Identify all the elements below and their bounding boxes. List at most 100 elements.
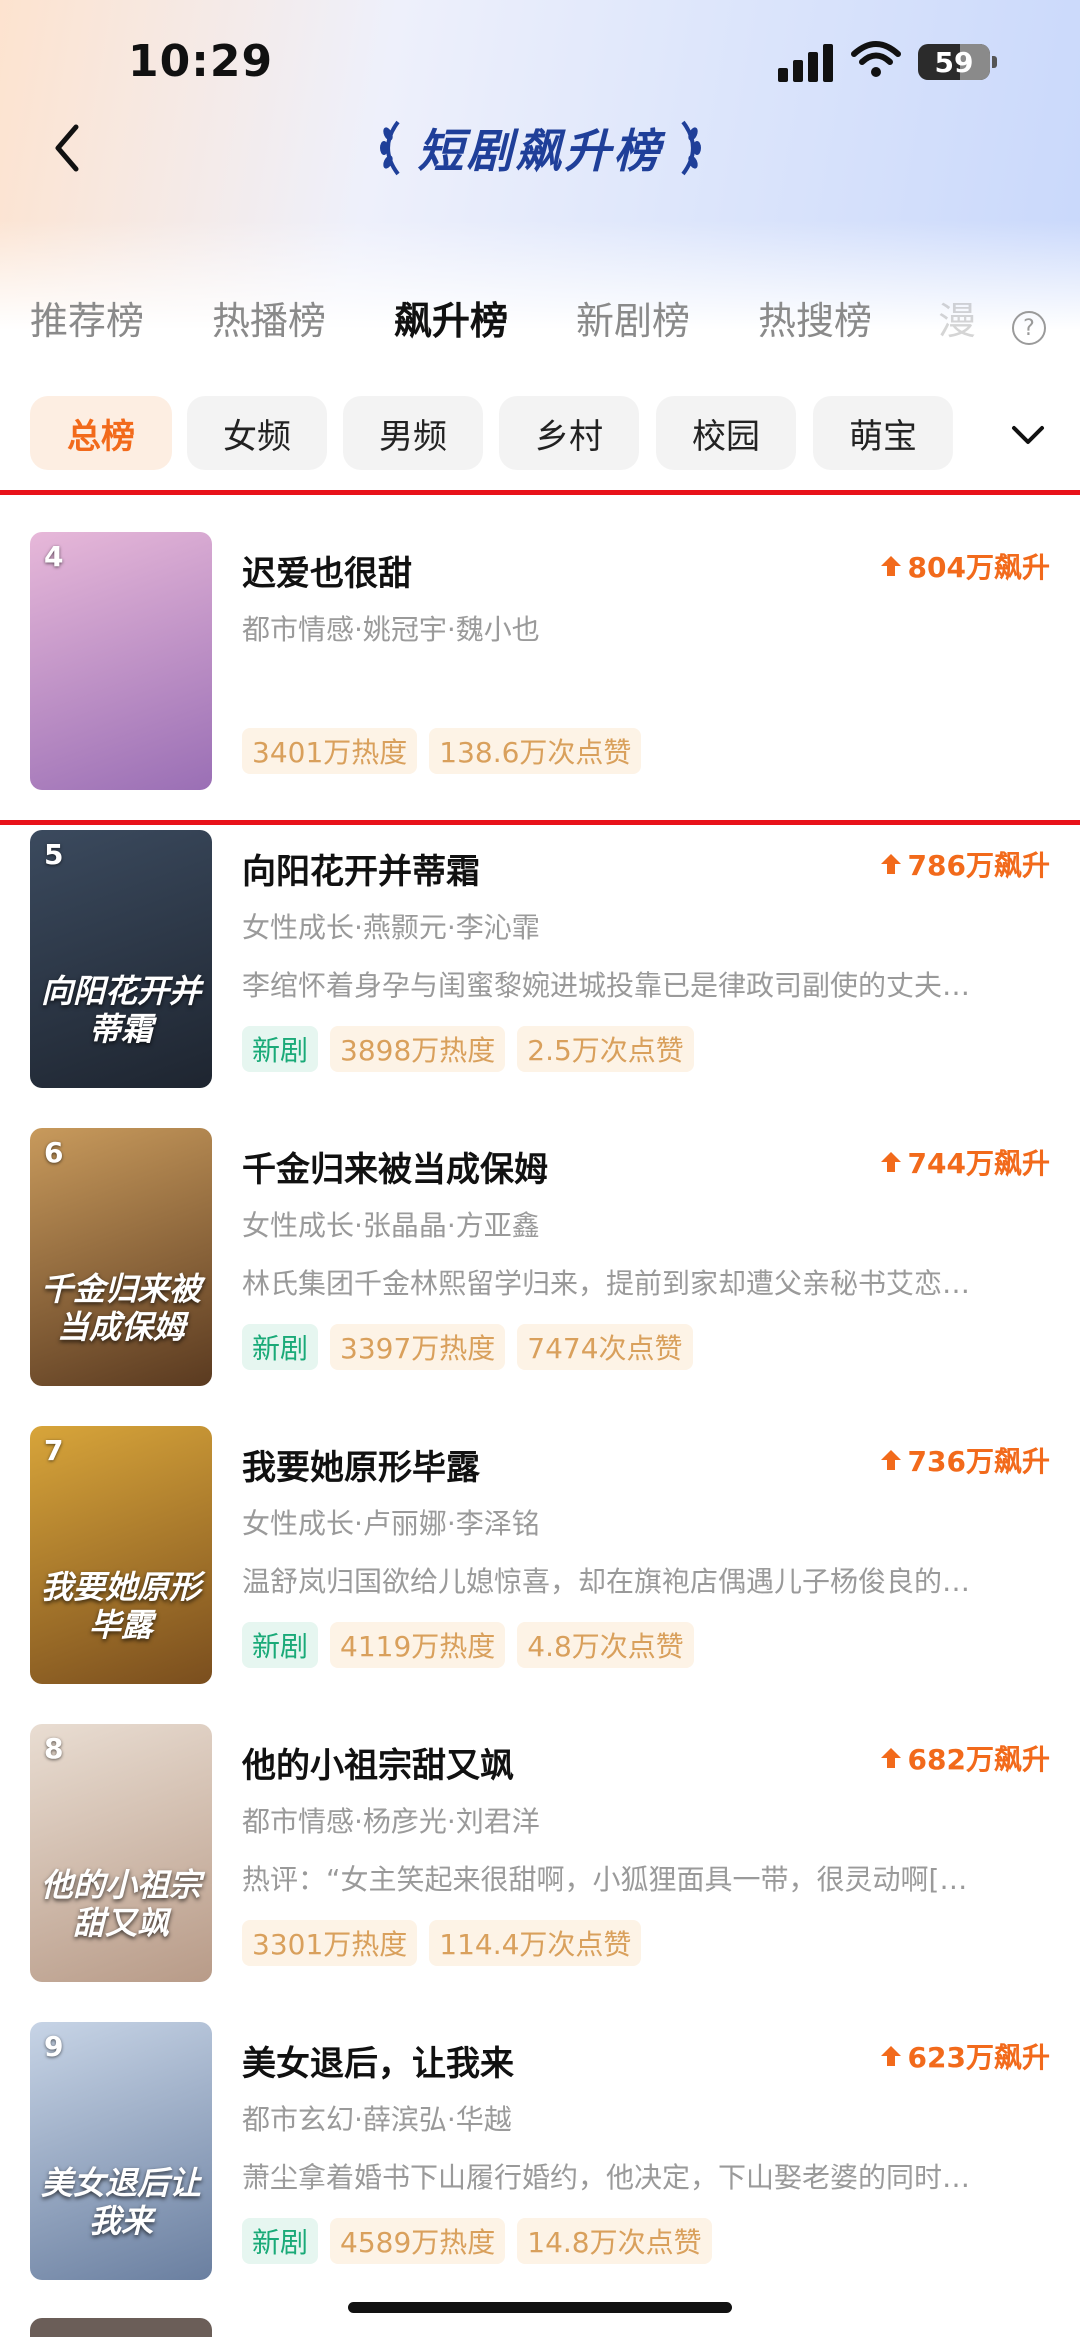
tab-hot-play[interactable]: 热播榜 [212,290,326,345]
new-badge: 新剧 [242,1324,319,1370]
likes-badge: 138.6万次点赞 [429,728,642,774]
filter-all[interactable]: 总榜 [30,396,172,470]
tag-row: 新剧 3898万热度 2.5万次点赞 [242,1026,694,1072]
next-item-poster[interactable] [30,2318,212,2337]
likes-badge: 7474次点赞 [517,1324,693,1370]
rise-indicator: 682万飙升 [880,1738,1050,1778]
arrow-up-icon [880,854,901,874]
arrow-up-icon [880,1450,901,1470]
tag-row: 新剧 4589万热度 14.8万次点赞 [242,2218,712,2264]
filter-female[interactable]: 女频 [187,396,327,470]
new-badge: 新剧 [242,1622,319,1668]
tag-row: 新剧 3397万热度 7474次点赞 [242,1324,693,1370]
filter-campus[interactable]: 校园 [656,396,796,470]
laurel-right-icon [680,120,701,176]
arrow-up-icon [880,1152,901,1172]
poster-title-art: 我要她原形毕露 [40,1568,201,1644]
tag-row: 3301万热度 114.4万次点赞 [242,1920,642,1966]
likes-badge: 14.8万次点赞 [517,2218,712,2264]
drama-title[interactable]: 他的小祖宗甜又飒 [242,1738,514,1787]
chevron-down-icon[interactable] [1006,418,1050,454]
rise-indicator: 736万飙升 [880,1440,1050,1480]
list-item[interactable]: 5 向阳花开并蒂霜 向阳花开并蒂霜 786万飙升 女性成长·燕颢元·李沁霏 李绾… [0,830,1080,1128]
likes-badge: 2.5万次点赞 [517,1026,694,1072]
rise-value: 623万飙升 [907,2041,1050,2074]
rank-number: 9 [44,2030,64,2063]
page-title-group: 短剧飙升榜 [360,112,720,184]
laurel-left-icon [379,120,400,176]
list-item[interactable]: 4 迟爱也很甜 804万飙升 都市情感·姚冠宇·魏小也 3401万热度 138.… [0,532,1080,830]
drama-title[interactable]: 千金归来被当成保姆 [242,1142,548,1191]
new-badge: 新剧 [242,1026,319,1072]
tab-recommend[interactable]: 推荐榜 [30,290,144,345]
tab-rising[interactable]: 飙升榜 [394,290,508,345]
filter-rural[interactable]: 乡村 [499,396,639,470]
wifi-icon [851,41,901,77]
arrow-up-icon [880,1748,901,1768]
tab-hot-search[interactable]: 热搜榜 [758,290,872,345]
arrow-up-icon [880,556,901,576]
heat-badge: 3401万热度 [242,728,418,774]
heat-badge: 3898万热度 [330,1026,506,1072]
poster-title-art: 向阳花开并蒂霜 [40,972,201,1048]
drama-poster[interactable]: 8 他的小祖宗甜又飒 [30,1724,212,1982]
back-button[interactable] [42,118,92,178]
drama-meta: 都市情感·杨彦光·刘君洋 [242,1805,540,1838]
drama-meta: 女性成长·张晶晶·方亚鑫 [242,1209,540,1242]
drama-description: 萧尘拿着婚书下山履行婚约，他决定，下山娶老婆的同时… [242,2161,971,2194]
drama-poster[interactable]: 4 [30,532,212,790]
list-item[interactable]: 7 我要她原形毕露 我要她原形毕露 736万飙升 女性成长·卢丽娜·李泽铭 温舒… [0,1426,1080,1724]
drama-title[interactable]: 迟爱也很甜 [242,546,412,595]
poster-title-art: 美女退后让我来 [40,2164,201,2240]
rise-value: 744万飙升 [907,1147,1050,1180]
chevron-left-icon [55,124,79,172]
tag-row: 新剧 4119万热度 4.8万次点赞 [242,1622,694,1668]
drama-description: 林氏集团千金林熙留学归来，提前到家却遭父亲秘书艾恋… [242,1267,971,1300]
rank-number: 8 [44,1732,64,1765]
rank-number: 4 [44,540,64,573]
heat-badge: 3301万热度 [242,1920,418,1966]
poster-title-art: 千金归来被当成保姆 [40,1270,201,1346]
rise-indicator: 744万飙升 [880,1142,1050,1182]
drama-meta: 女性成长·燕颢元·李沁霏 [242,911,540,944]
status-bar: 10:29 59 [0,0,1080,130]
help-icon[interactable]: ? [1012,311,1046,345]
rise-value: 804万飙升 [907,551,1050,584]
drama-meta: 女性成长·卢丽娜·李泽铭 [242,1507,540,1540]
battery-icon: 59 [918,44,997,80]
likes-badge: 114.4万次点赞 [429,1920,642,1966]
drama-poster[interactable]: 7 我要她原形毕露 [30,1426,212,1684]
filter-cute-baby[interactable]: 萌宝 [813,396,953,470]
likes-badge: 4.8万次点赞 [517,1622,694,1668]
rise-value: 682万飙升 [907,1743,1050,1776]
drama-poster[interactable]: 9 美女退后让我来 [30,2022,212,2280]
drama-poster[interactable]: 5 向阳花开并蒂霜 [30,830,212,1088]
rank-number: 5 [44,838,64,871]
drama-title[interactable]: 美女退后，让我来 [242,2036,514,2085]
drama-title[interactable]: 向阳花开并蒂霜 [242,844,480,893]
new-badge: 新剧 [242,2218,319,2264]
home-indicator [348,2302,732,2313]
heat-badge: 4119万热度 [330,1622,506,1668]
arrow-up-icon [880,2046,901,2066]
rise-indicator: 623万飙升 [880,2036,1050,2076]
tab-more[interactable]: 漫 [938,290,976,345]
tab-new[interactable]: 新剧榜 [576,290,690,345]
drama-meta: 都市玄幻·薛滨弘·华越 [242,2103,512,2136]
list-item[interactable]: 6 千金归来被当成保姆 千金归来被当成保姆 744万飙升 女性成长·张晶晶·方亚… [0,1128,1080,1426]
rank-number: 7 [44,1434,64,1467]
drama-poster[interactable]: 6 千金归来被当成保姆 [30,1128,212,1386]
drama-title[interactable]: 我要她原形毕露 [242,1440,480,1489]
drama-description: 热评：“女主笑起来很甜啊，小狐狸面具一带，很灵动啊[… [242,1863,968,1896]
filter-male[interactable]: 男频 [343,396,483,470]
drama-meta: 都市情感·姚冠宇·魏小也 [242,613,540,646]
list-item[interactable]: 8 他的小祖宗甜又飒 他的小祖宗甜又飒 682万飙升 都市情感·杨彦光·刘君洋 … [0,1724,1080,2022]
page-title: 短剧飙升榜 [417,124,663,178]
cellular-signal-icon [778,44,834,82]
list-item[interactable]: 9 美女退后让我来 美女退后，让我来 623万飙升 都市玄幻·薛滨弘·华越 萧尘… [0,2022,1080,2320]
rank-number: 6 [44,1136,64,1169]
rise-value: 736万飙升 [907,1445,1050,1478]
status-time: 10:29 [128,36,274,87]
battery-level: 59 [934,45,974,79]
highlight-top-line [0,490,1080,495]
